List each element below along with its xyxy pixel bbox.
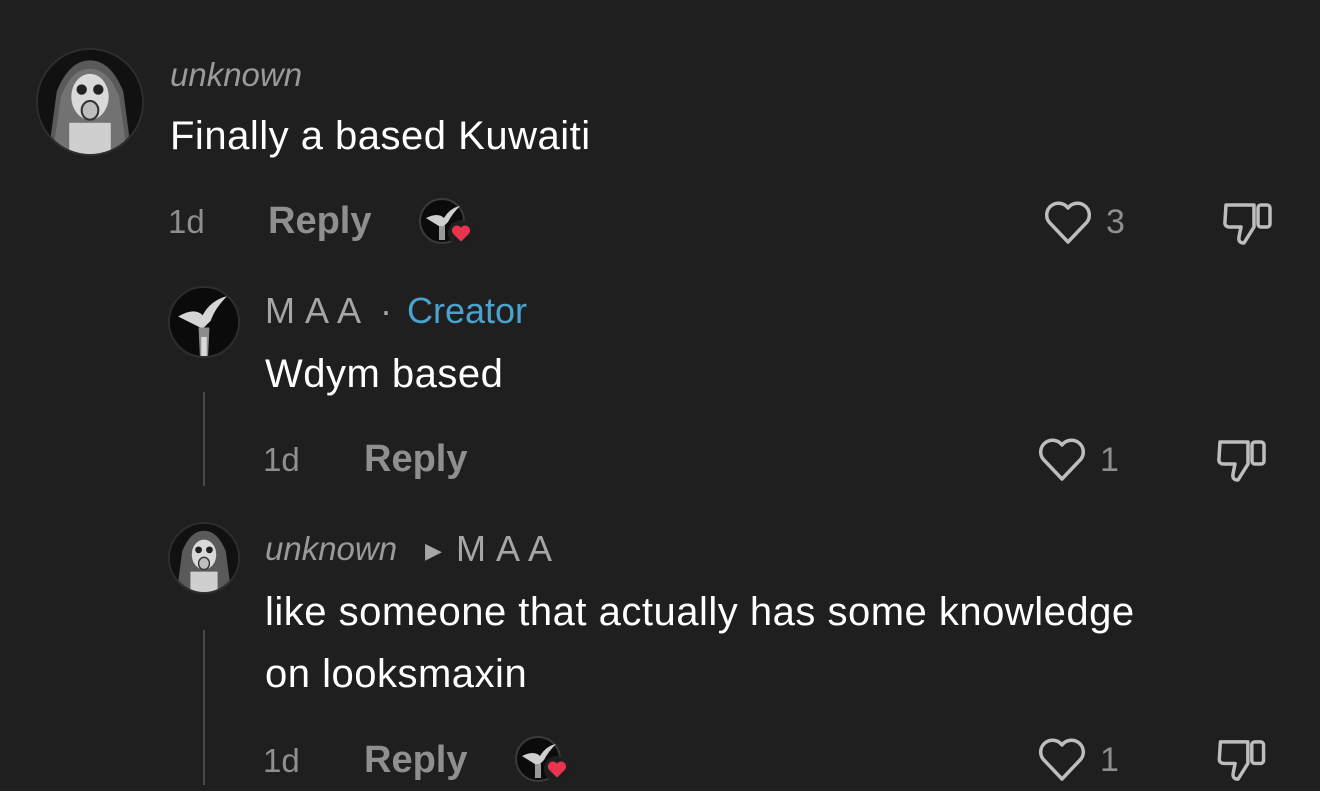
gas-mask-avatar-icon: [38, 50, 142, 154]
comment-text: Wdym based: [265, 352, 504, 396]
dislike-icon[interactable]: [1220, 197, 1274, 249]
gas-mask-avatar-icon: [170, 524, 238, 592]
creator-liked-badge: [514, 736, 574, 785]
bird-avatar-icon: [170, 288, 238, 356]
comment-username[interactable]: unknown: [265, 530, 397, 568]
like-count: 3: [1106, 203, 1125, 241]
like-heart-icon[interactable]: [1042, 198, 1094, 246]
reply-to-username[interactable]: M A A: [456, 528, 553, 570]
creator-liked-badge: [418, 198, 478, 248]
avatar[interactable]: [168, 286, 240, 358]
avatar[interactable]: [36, 48, 144, 156]
reply-button[interactable]: Reply: [268, 200, 371, 243]
comment-timestamp: 1d: [168, 203, 205, 240]
reply-button[interactable]: Reply: [364, 739, 467, 782]
dislike-icon[interactable]: [1214, 434, 1268, 486]
separator-dot: ·: [380, 290, 392, 331]
like-heart-icon[interactable]: [1036, 435, 1088, 483]
comment-text-line-2: on looksmaxin: [265, 652, 528, 696]
comment-username[interactable]: unknown: [170, 56, 302, 94]
like-count: 1: [1100, 741, 1119, 779]
like-count: 1: [1100, 441, 1119, 479]
dislike-icon[interactable]: [1214, 734, 1268, 785]
comment-text: Finally a based Kuwaiti: [170, 114, 591, 158]
thread-line: [203, 392, 205, 486]
heart-filled-icon: [448, 220, 474, 246]
comment-timestamp: 1d: [263, 742, 300, 779]
heart-filled-icon: [544, 756, 570, 782]
reply-button[interactable]: Reply: [364, 438, 467, 481]
thread-line: [203, 630, 205, 785]
like-heart-icon[interactable]: [1036, 735, 1088, 783]
reply-to-arrow-icon: ▶: [425, 538, 442, 563]
creator-badge: Creator: [407, 290, 528, 331]
comment-username[interactable]: M A A: [265, 290, 362, 332]
comment-timestamp: 1d: [263, 441, 300, 478]
avatar[interactable]: [168, 522, 240, 594]
comment-text-line-1: like someone that actually has some know…: [265, 590, 1135, 634]
